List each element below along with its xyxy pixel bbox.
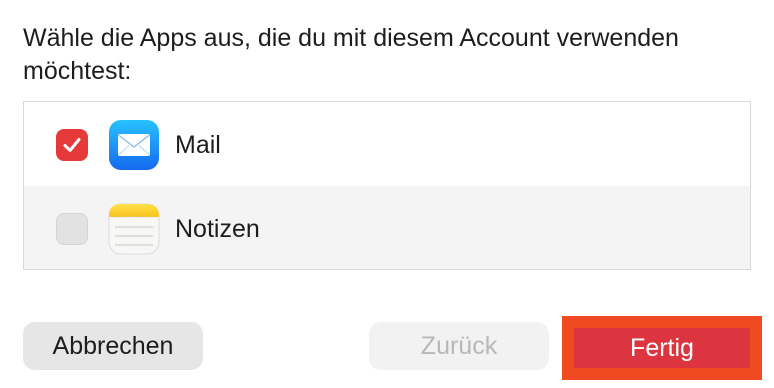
checkmark-icon	[63, 138, 81, 152]
app-list: Mail Notizen	[23, 101, 751, 270]
app-row-notes[interactable]: Notizen	[24, 186, 750, 269]
mail-icon	[108, 119, 160, 171]
back-button[interactable]: Zurück	[369, 322, 549, 370]
notes-icon	[108, 203, 160, 255]
done-button[interactable]: Fertig	[574, 328, 750, 368]
cancel-button[interactable]: Abbrechen	[23, 322, 203, 370]
app-label-mail: Mail	[175, 131, 221, 159]
notes-checkbox[interactable]	[56, 213, 88, 245]
mail-checkbox[interactable]	[56, 129, 88, 161]
app-row-mail[interactable]: Mail	[24, 102, 750, 186]
dialog-prompt: Wähle die Apps aus, die du mit diesem Ac…	[23, 24, 679, 85]
app-label-notes: Notizen	[175, 215, 260, 243]
